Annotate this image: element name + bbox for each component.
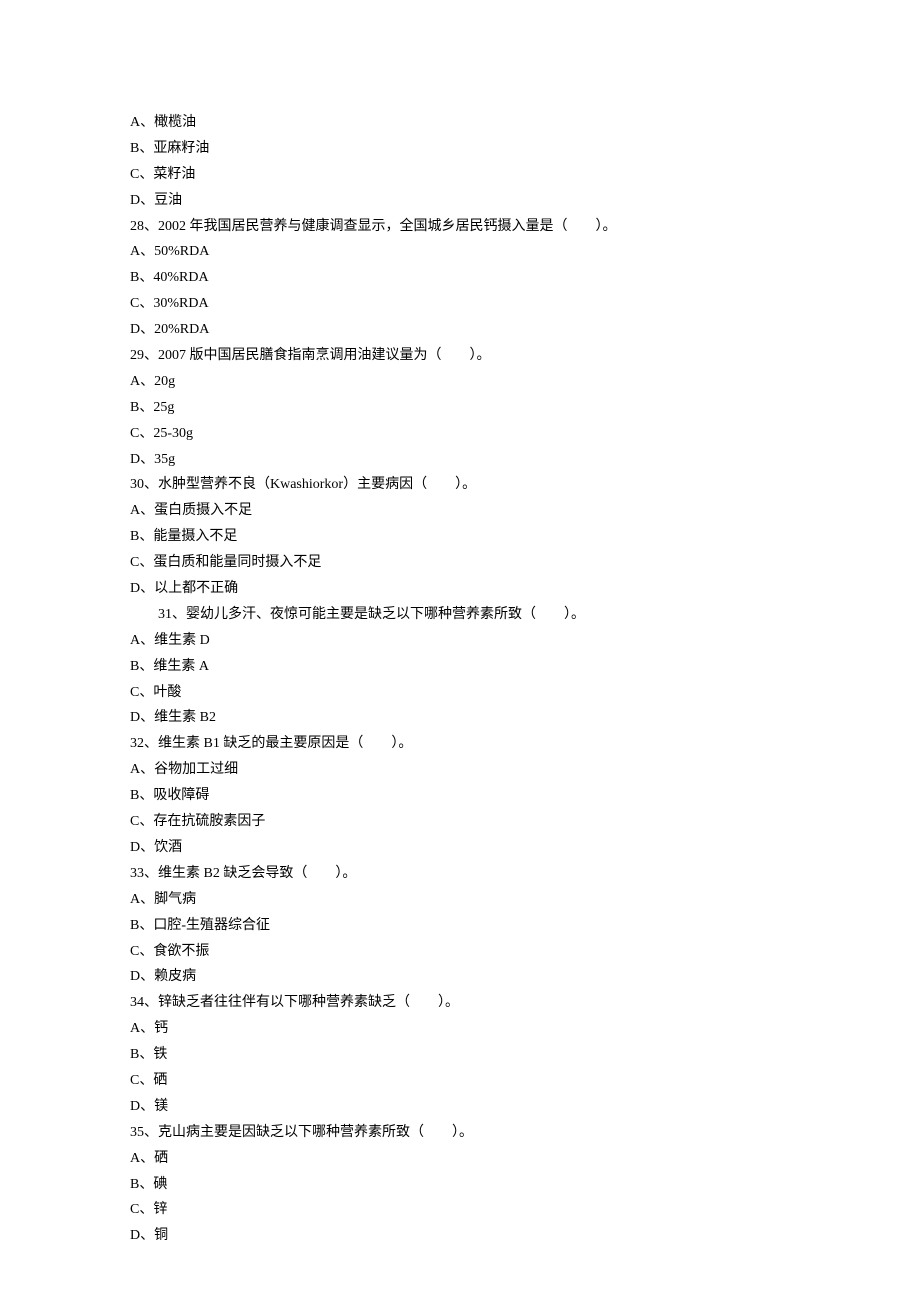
text-line: A、蛋白质摄入不足 (130, 498, 790, 524)
text-line: 31、婴幼儿多汗、夜惊可能主要是缺乏以下哪种营养素所致（ ）。 (130, 602, 790, 628)
text-line: D、镁 (130, 1094, 790, 1120)
text-line: A、20g (130, 369, 790, 395)
text-line: C、蛋白质和能量同时摄入不足 (130, 550, 790, 576)
text-line: B、能量摄入不足 (130, 524, 790, 550)
text-line: A、50%RDA (130, 239, 790, 265)
text-line: D、35g (130, 447, 790, 473)
text-line: D、豆油 (130, 188, 790, 214)
text-line: A、钙 (130, 1016, 790, 1042)
text-line: 28、2002 年我国居民营养与健康调查显示，全国城乡居民钙摄入量是（ ）。 (130, 214, 790, 240)
text-line: D、饮酒 (130, 835, 790, 861)
text-line: A、维生素 D (130, 628, 790, 654)
text-line: B、口腔-生殖器综合征 (130, 913, 790, 939)
text-line: B、吸收障碍 (130, 783, 790, 809)
text-line: B、40%RDA (130, 265, 790, 291)
text-line: D、以上都不正确 (130, 576, 790, 602)
text-line: B、碘 (130, 1172, 790, 1198)
text-line: B、维生素 A (130, 654, 790, 680)
text-line: C、叶酸 (130, 680, 790, 706)
text-line: C、30%RDA (130, 291, 790, 317)
text-line: A、脚气病 (130, 887, 790, 913)
text-line: 32、维生素 B1 缺乏的最主要原因是（ ）。 (130, 731, 790, 757)
text-line: B、25g (130, 395, 790, 421)
text-line: 30、水肿型营养不良（Kwashiorkor）主要病因（ ）。 (130, 472, 790, 498)
text-line: B、亚麻籽油 (130, 136, 790, 162)
text-line: 29、2007 版中国居民膳食指南烹调用油建议量为（ ）。 (130, 343, 790, 369)
text-line: D、铜 (130, 1223, 790, 1249)
text-line: 33、维生素 B2 缺乏会导致（ ）。 (130, 861, 790, 887)
text-line: D、20%RDA (130, 317, 790, 343)
text-line: D、维生素 B2 (130, 705, 790, 731)
document-content: A、橄榄油 B、亚麻籽油 C、菜籽油 D、豆油 28、2002 年我国居民营养与… (130, 110, 790, 1249)
text-line: A、谷物加工过细 (130, 757, 790, 783)
text-line: C、菜籽油 (130, 162, 790, 188)
text-line: C、食欲不振 (130, 939, 790, 965)
text-line: B、铁 (130, 1042, 790, 1068)
text-line: C、25-30g (130, 421, 790, 447)
text-line: A、硒 (130, 1146, 790, 1172)
text-line: D、赖皮病 (130, 964, 790, 990)
text-line: 35、克山病主要是因缺乏以下哪种营养素所致（ ）。 (130, 1120, 790, 1146)
text-line: 34、锌缺乏者往往伴有以下哪种营养素缺乏（ ）。 (130, 990, 790, 1016)
text-line: A、橄榄油 (130, 110, 790, 136)
text-line: C、锌 (130, 1197, 790, 1223)
text-line: C、硒 (130, 1068, 790, 1094)
text-line: C、存在抗硫胺素因子 (130, 809, 790, 835)
